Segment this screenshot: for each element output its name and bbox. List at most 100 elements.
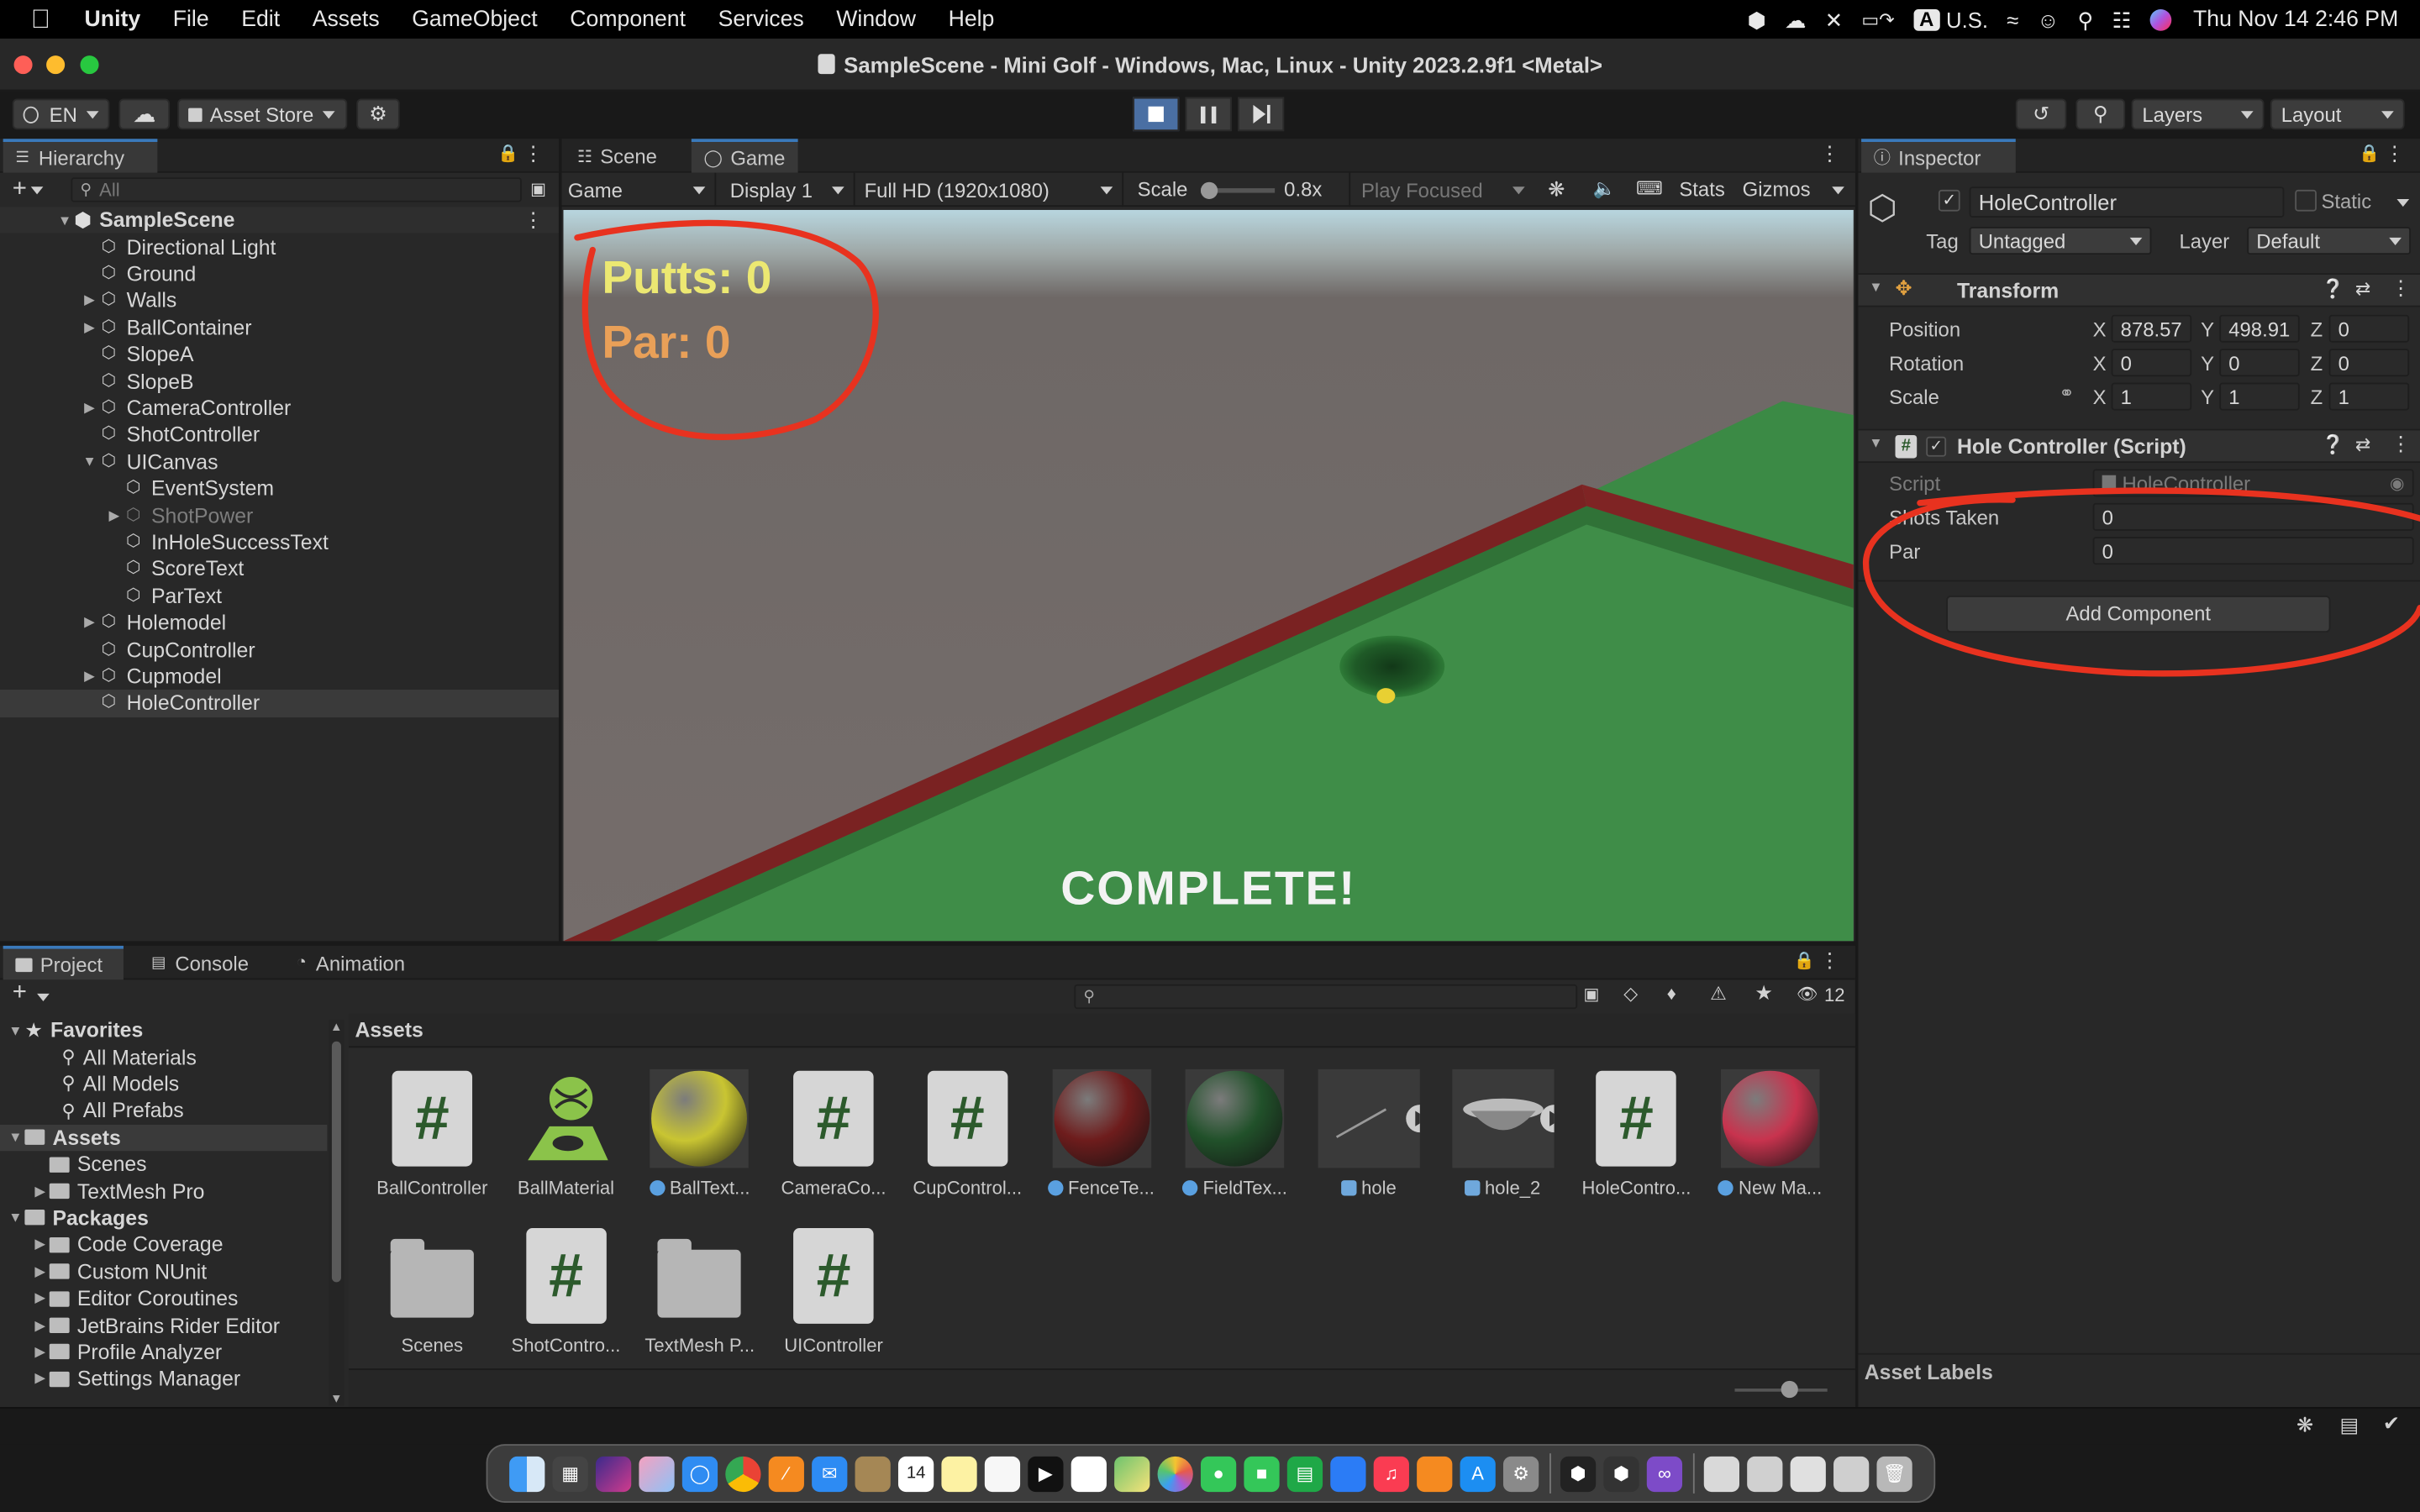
asset-item[interactable]: New Ma... xyxy=(1707,1068,1833,1199)
debug-mode-icon[interactable]: ❋ xyxy=(2296,1413,2313,1437)
safari-dock-icon[interactable]: ◯ xyxy=(681,1455,718,1492)
rotation-x-field[interactable]: 0 xyxy=(2111,349,2192,377)
expand-arrow-icon[interactable]: ▶ xyxy=(105,507,124,524)
scale-x-field[interactable]: 1 xyxy=(2111,382,2192,411)
game-mode-dropdown[interactable]: Game xyxy=(562,172,717,207)
hole-controller-script-header[interactable]: ▼ # ✓ Hole Controller (Script) ❔ ⇄ ⋮ xyxy=(1858,428,2420,464)
app-store-dock-icon[interactable]: A xyxy=(1460,1455,1496,1492)
audio-mute-icon[interactable]: 🔈 xyxy=(1593,177,1616,199)
package-settings-button[interactable]: ⚙ xyxy=(356,98,400,130)
asset-item[interactable]: # ShotContro... xyxy=(502,1226,629,1356)
kebab-menu-icon[interactable]: ⋮ xyxy=(1820,949,1840,974)
axis-x-label[interactable]: X xyxy=(2093,318,2107,341)
create-asset-button[interactable]: + xyxy=(13,979,27,1007)
numbers-dock-icon[interactable]: ▤ xyxy=(1286,1455,1323,1492)
undo-history-button[interactable]: ↺ xyxy=(2015,98,2067,130)
layer-dropdown[interactable]: Default xyxy=(2247,227,2411,255)
creative-cloud-icon[interactable]: ☁ xyxy=(1785,8,1807,30)
menu-app-unity[interactable]: Unity xyxy=(85,7,141,31)
hierarchy-item[interactable]: ▶ ⬡ ShotPower xyxy=(0,502,559,529)
menu-services[interactable]: Services xyxy=(718,7,804,31)
warning-filter-icon[interactable]: ⚠ xyxy=(1710,983,1727,1005)
apple-tv-dock-icon[interactable]: ▶ xyxy=(1028,1455,1064,1492)
axis-y-label[interactable]: Y xyxy=(2201,352,2214,375)
calculator-dock-icon[interactable]: ▦ xyxy=(552,1455,588,1492)
help-icon[interactable]: ❔ xyxy=(2321,433,2344,455)
foldout-arrow-icon[interactable]: ▼ xyxy=(1869,435,1882,450)
asset-item[interactable]: BallMaterial xyxy=(502,1069,629,1199)
expand-arrow-icon[interactable]: ▼ xyxy=(6,1210,24,1226)
maps-dock-icon[interactable] xyxy=(1114,1455,1150,1492)
tab-project[interactable]: Project xyxy=(3,945,124,980)
menu-edit[interactable]: Edit xyxy=(241,7,280,31)
asset-item[interactable]: # BallController xyxy=(369,1069,496,1199)
hierarchy-item[interactable]: ⬡ ParText xyxy=(0,583,559,610)
contacts-dock-icon[interactable] xyxy=(855,1455,891,1492)
step-button[interactable] xyxy=(1238,97,1285,132)
spotlight-search-icon[interactable]: ⚲ xyxy=(2078,8,2094,30)
project-tree-item[interactable]: ▶ Custom NUnit xyxy=(0,1258,327,1285)
search-by-type-icon[interactable]: ▣ xyxy=(1583,984,1599,1005)
stats-button[interactable]: Stats xyxy=(1679,177,1724,201)
asset-labels-header[interactable]: Asset Labels xyxy=(1858,1352,2420,1390)
foldout-arrow-icon[interactable]: ▼ xyxy=(1869,279,1882,294)
icon-size-slider-thumb[interactable] xyxy=(1781,1380,1798,1399)
asset-item[interactable]: FieldTex... xyxy=(1171,1068,1298,1199)
tab-animation[interactable]: ◔ Animation xyxy=(284,946,418,979)
resolution-dropdown[interactable]: Full HD (1920x1080) xyxy=(858,172,1124,207)
axis-z-label[interactable]: Z xyxy=(2311,386,2323,409)
facetime-dock-icon[interactable]: ■ xyxy=(1244,1455,1280,1492)
gizmos-chevron-icon[interactable] xyxy=(1832,186,1844,195)
tab-game[interactable]: ◯ Game xyxy=(691,139,798,173)
apple-icon[interactable]:  xyxy=(31,4,50,35)
trash-dock-icon[interactable]: 🗑 xyxy=(1876,1455,1912,1492)
tag-dropdown[interactable]: Untagged xyxy=(1969,227,2152,255)
expand-arrow-icon[interactable]: ▶ xyxy=(81,319,99,336)
menu-assets[interactable]: Assets xyxy=(313,7,380,31)
expand-arrow-icon[interactable]: ▶ xyxy=(31,1317,50,1334)
lock-icon[interactable]: 🔒 xyxy=(2359,144,2380,164)
object-name-field[interactable]: HoleController xyxy=(1969,186,2285,218)
constrain-proportions-icon[interactable]: ⚭ xyxy=(2059,383,2074,405)
icon-size-slider[interactable] xyxy=(1734,1380,1828,1399)
asset-item[interactable]: Scenes xyxy=(369,1226,496,1356)
expand-arrow-icon[interactable]: ▶ xyxy=(81,614,99,631)
hierarchy-item[interactable]: ⬡ Directional Light xyxy=(0,234,559,260)
notes-dock-icon[interactable] xyxy=(941,1455,977,1492)
tab-hierarchy[interactable]: ☰ Hierarchy xyxy=(3,139,158,173)
axis-z-label[interactable]: Z xyxy=(2311,352,2323,375)
axis-z-label[interactable]: Z xyxy=(2311,318,2323,341)
cache-server-icon[interactable]: ▤ xyxy=(2339,1413,2359,1437)
project-tree-item[interactable]: ⚲ All Prefabs xyxy=(0,1097,327,1124)
cloud-button[interactable]: ☁ xyxy=(118,98,171,130)
axis-y-label[interactable]: Y xyxy=(2201,386,2214,409)
project-tree-item[interactable]: ▼ Assets xyxy=(0,1124,328,1152)
hierarchy-item[interactable]: ⬡ CupController xyxy=(0,636,559,663)
position-y-field[interactable]: 498.91 xyxy=(2219,314,2300,343)
stop-play-button[interactable] xyxy=(1133,97,1180,132)
account-dropdown[interactable]: EN xyxy=(12,98,110,130)
hierarchy-item[interactable]: ⬡ ShotController xyxy=(0,422,559,449)
siri-dock-icon[interactable] xyxy=(595,1455,632,1492)
menu-gameobject[interactable]: GameObject xyxy=(412,7,538,31)
expand-arrow-icon[interactable]: ▼ xyxy=(6,1130,24,1145)
scale-y-field[interactable]: 1 xyxy=(2219,382,2300,411)
tag-icon[interactable]: ♦ xyxy=(1667,983,1676,1005)
control-center-icon[interactable]: ☷ xyxy=(2112,8,2131,30)
asset-item[interactable]: hole_2 xyxy=(1439,1068,1566,1199)
scene-visibility-icon[interactable]: ▣ xyxy=(530,179,546,199)
hierarchy-item[interactable]: ⬡ ScoreText xyxy=(0,556,559,583)
user-icon[interactable]: ☺ xyxy=(2037,8,2059,30)
project-tree-item[interactable]: ▼ Packages xyxy=(0,1205,327,1231)
axis-x-label[interactable]: X xyxy=(2093,352,2107,375)
scene-root[interactable]: ▼ ⬢ SampleScene ⋮ xyxy=(0,207,559,234)
calendar-dock-icon[interactable]: 14 xyxy=(897,1455,934,1492)
active-checkbox[interactable]: ✓ xyxy=(1938,189,1960,212)
component-enabled-checkbox[interactable]: ✓ xyxy=(1926,436,1947,457)
scroll-down-icon[interactable]: ▼ xyxy=(330,1392,343,1406)
axis-x-label[interactable]: X xyxy=(2093,386,2107,409)
help-icon[interactable]: ❔ xyxy=(2321,278,2344,300)
asset-item[interactable]: # CameraCo... xyxy=(771,1069,897,1199)
project-tree-item[interactable]: ▶ Editor Coroutines xyxy=(0,1285,327,1312)
expand-arrow-icon[interactable]: ▶ xyxy=(81,292,99,309)
